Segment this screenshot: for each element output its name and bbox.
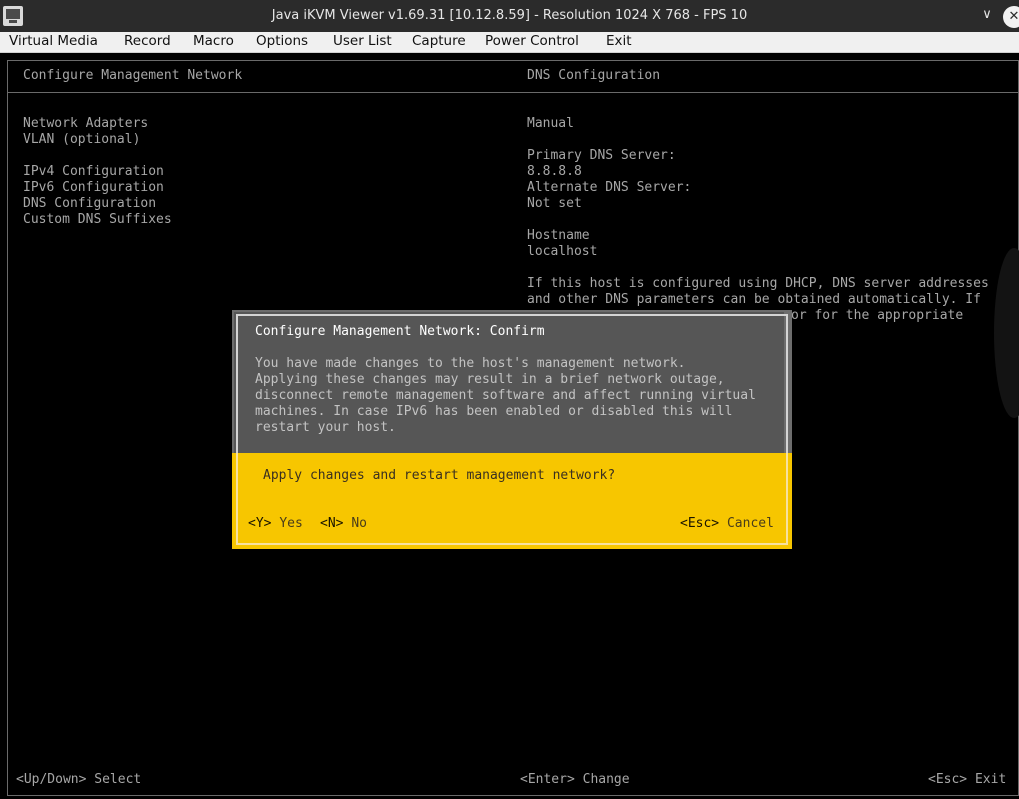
chevron-down-icon[interactable]: ∨ xyxy=(978,6,996,24)
yes-label: Yes xyxy=(279,516,303,531)
alternate-dns-value: Not set xyxy=(527,196,582,211)
menu-macro[interactable]: Macro xyxy=(193,33,234,49)
menu-record[interactable]: Record xyxy=(124,33,171,49)
menu-bar: Virtual Media Record Macro Options User … xyxy=(0,32,1019,53)
hostname-label: Hostname xyxy=(527,228,590,243)
menu-options[interactable]: Options xyxy=(256,33,308,49)
dns-mode: Manual xyxy=(527,116,574,131)
cancel-label: Cancel xyxy=(726,516,774,531)
primary-dns-value: 8.8.8.8 xyxy=(527,164,582,179)
help-text-line-3: or for the appropriate xyxy=(791,308,964,323)
footer-select-hint: <Up/Down> Select xyxy=(16,772,142,787)
confirm-dialog: Configure Management Network: Confirm Yo… xyxy=(232,310,792,549)
no-key: <N> xyxy=(320,516,344,531)
yes-button[interactable]: <Y> Yes xyxy=(248,516,303,532)
menu-item-dns[interactable]: DNS Configuration xyxy=(23,196,156,212)
help-text-line-2: and other DNS parameters can be obtained… xyxy=(527,292,981,307)
window-title-bar: Java iKVM Viewer v1.69.31 [10.12.8.59] -… xyxy=(0,0,1019,32)
alternate-dns-label: Alternate DNS Server: xyxy=(527,180,692,195)
yes-key: <Y> xyxy=(248,516,272,531)
hostname-value: localhost xyxy=(527,244,598,259)
right-panel-title: DNS Configuration xyxy=(527,68,661,83)
footer-exit-hint: <Esc> Exit xyxy=(928,772,1007,787)
menu-user-list[interactable]: User List xyxy=(333,33,392,49)
header-separator xyxy=(8,92,1019,93)
close-icon[interactable]: ✕ xyxy=(1003,6,1019,28)
menu-virtual-media[interactable]: Virtual Media xyxy=(9,33,98,49)
primary-dns-label: Primary DNS Server: xyxy=(527,148,676,163)
dialog-question: Apply changes and restart management net… xyxy=(263,468,616,483)
no-label: No xyxy=(351,516,367,531)
dialog-body-line-5: restart your host. xyxy=(255,420,396,435)
menu-exit[interactable]: Exit xyxy=(606,33,632,49)
dialog-body-line-3: disconnect remote management software an… xyxy=(255,388,756,403)
menu-item-ipv4[interactable]: IPv4 Configuration xyxy=(23,164,164,180)
menu-item-network-adapters[interactable]: Network Adapters xyxy=(23,116,148,132)
dialog-body-line-4: machines. In case IPv6 has been enabled … xyxy=(255,404,733,419)
help-text-line-1: If this host is configured using DHCP, D… xyxy=(527,276,989,291)
cancel-key: <Esc> xyxy=(680,516,720,531)
menu-power-control[interactable]: Power Control xyxy=(485,33,579,49)
no-button[interactable]: <N> No xyxy=(320,516,367,532)
menu-capture[interactable]: Capture xyxy=(412,33,466,49)
cancel-button[interactable]: <Esc> Cancel xyxy=(680,516,774,532)
dialog-title: Configure Management Network: Confirm xyxy=(255,324,545,339)
dialog-body-line-2: Applying these changes may result in a b… xyxy=(255,372,725,387)
menu-item-vlan[interactable]: VLAN (optional) xyxy=(23,132,140,148)
menu-item-dns-suffixes[interactable]: Custom DNS Suffixes xyxy=(23,212,172,228)
window-title: Java iKVM Viewer v1.69.31 [10.12.8.59] -… xyxy=(271,8,748,23)
left-panel-title: Configure Management Network xyxy=(23,68,243,83)
dialog-body-line-1: You have made changes to the host's mana… xyxy=(255,356,686,371)
footer-change-hint: <Enter> Change xyxy=(520,772,630,787)
menu-item-ipv6[interactable]: IPv6 Configuration xyxy=(23,180,164,196)
